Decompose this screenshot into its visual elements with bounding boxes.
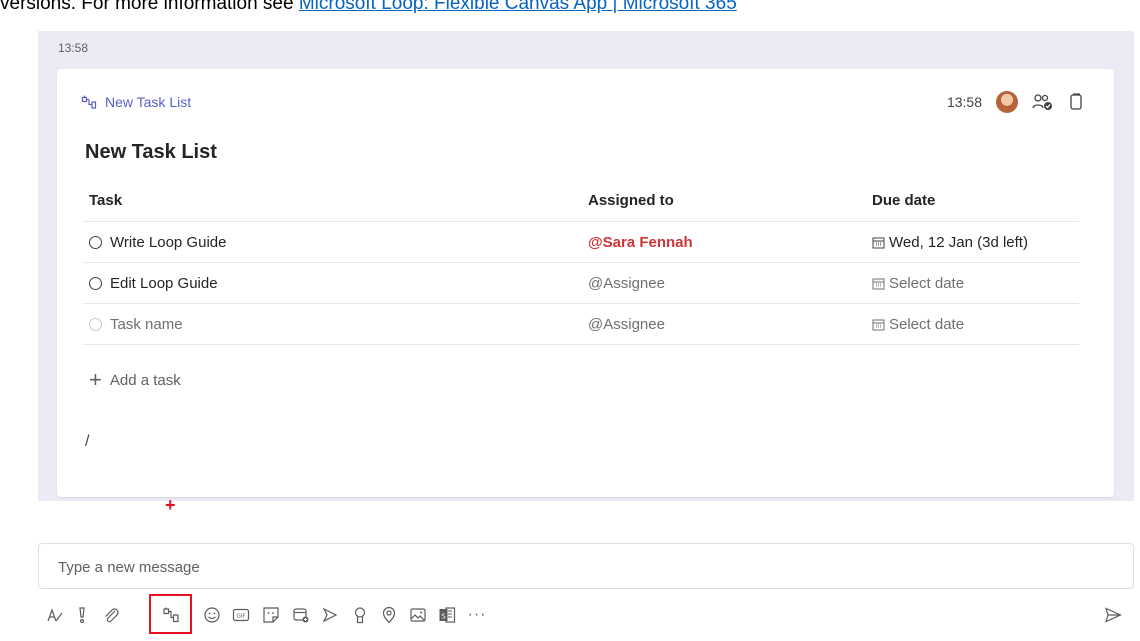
card-header: New Task List 13:58: [81, 91, 1084, 113]
column-header-task[interactable]: Task: [89, 192, 122, 209]
column-header-due[interactable]: Due date: [872, 192, 935, 209]
more-options-icon[interactable]: ···: [466, 604, 488, 626]
table-row: Edit Loop Guide @Assignee Select date: [83, 263, 1079, 304]
task-due-date[interactable]: Select date: [889, 275, 964, 292]
loop-component-icon: [81, 95, 97, 109]
people-shared-icon[interactable]: [1032, 93, 1054, 111]
emoji-icon[interactable]: [201, 604, 223, 626]
calendar-icon: [872, 278, 885, 289]
table-header: Task Assigned to Due date: [83, 179, 1079, 222]
message-input[interactable]: [56, 555, 960, 579]
chat-area: 13:58 New Task List 13:58 New Task List …: [38, 31, 1134, 501]
task-name-placeholder[interactable]: Task name: [110, 316, 183, 333]
task-assignee[interactable]: @Assignee: [588, 316, 665, 333]
highlight-annotation-box: [149, 594, 192, 634]
plus-icon: +: [89, 367, 102, 392]
task-assignee[interactable]: @Assignee: [588, 275, 665, 292]
message-timestamp: 13:58: [58, 41, 89, 55]
sticker-icon[interactable]: [260, 604, 282, 626]
praise-icon[interactable]: [349, 604, 371, 626]
table-row: Task name @Assignee Select date: [83, 304, 1079, 345]
app-icon[interactable]: S: [436, 604, 458, 626]
task-due-date[interactable]: Wed, 12 Jan (3d left): [889, 234, 1028, 251]
calendar-icon: [872, 319, 885, 330]
add-task-button[interactable]: + Add a task: [89, 369, 181, 391]
loop-link-label: New Task List: [105, 94, 192, 110]
card-edit-time: 13:58: [946, 94, 982, 110]
compose-toolbar: GIF S ···: [38, 594, 1134, 634]
location-icon[interactable]: [378, 604, 400, 626]
loop-info-link[interactable]: Microsoft Loop: Flexible Canvas App | Mi…: [299, 0, 737, 14]
priority-icon[interactable]: [71, 604, 93, 626]
add-task-label: Add a task: [109, 371, 181, 389]
card-title: New Task List: [85, 141, 217, 163]
loop-task-list-card: New Task List 13:58 New Task List Task A…: [57, 69, 1114, 497]
format-icon[interactable]: [44, 604, 66, 626]
task-table: Task Assigned to Due date Write Loop Gui…: [83, 179, 1079, 345]
document-intro-text: versions. For more information see Micro…: [0, 0, 737, 14]
copy-icon[interactable]: [1068, 93, 1084, 111]
stream-icon[interactable]: [319, 604, 341, 626]
task-name[interactable]: Write Loop Guide: [110, 234, 226, 251]
meet-now-icon[interactable]: [290, 604, 312, 626]
task-due-date[interactable]: Select date: [889, 316, 964, 333]
send-icon[interactable]: [1102, 604, 1124, 626]
draft-text[interactable]: /: [85, 433, 89, 451]
task-checkbox[interactable]: [89, 276, 102, 290]
task-checkbox[interactable]: [89, 317, 102, 331]
intro-prefix: versions. For more information see: [0, 0, 299, 14]
task-checkbox[interactable]: [89, 235, 102, 249]
column-header-assigned[interactable]: Assigned to: [588, 192, 674, 209]
compose-box[interactable]: [38, 543, 1134, 589]
avatar[interactable]: [996, 91, 1018, 113]
image-icon[interactable]: [407, 604, 429, 626]
card-header-actions: 13:58: [947, 91, 1084, 113]
annotation-plus-marker: +: [165, 495, 176, 515]
attach-icon[interactable]: [100, 604, 122, 626]
task-name[interactable]: Edit Loop Guide: [110, 275, 218, 292]
loop-component-link[interactable]: New Task List: [81, 94, 191, 110]
table-row: Write Loop Guide @Sara Fennah Wed, 12 Ja…: [83, 222, 1079, 263]
task-assignee[interactable]: @Sara Fennah: [588, 234, 693, 251]
svg-text:GIF: GIF: [236, 614, 245, 620]
calendar-icon: [872, 237, 885, 248]
gif-icon[interactable]: GIF: [230, 604, 252, 626]
svg-text:S: S: [441, 613, 446, 621]
